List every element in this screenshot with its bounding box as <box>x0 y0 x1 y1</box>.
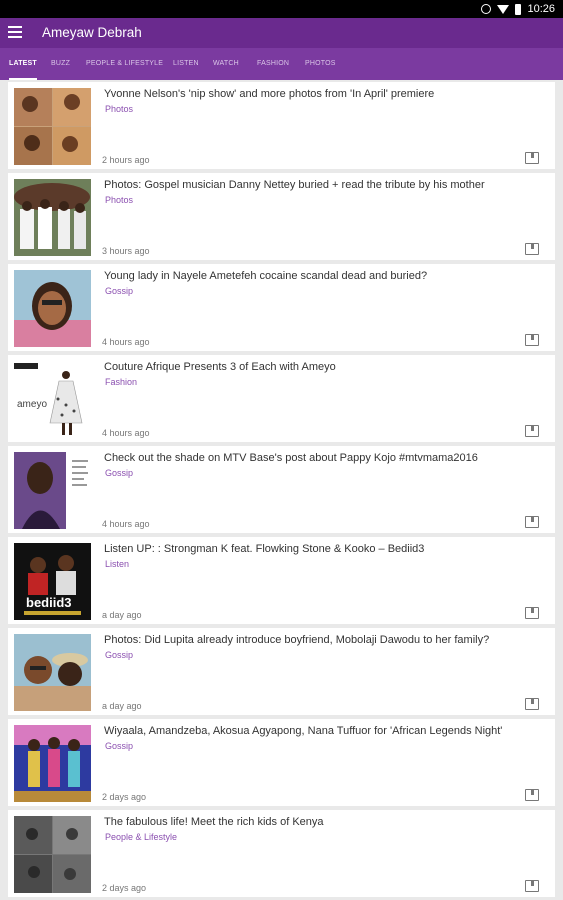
tab-fashion[interactable]: FASHION <box>257 48 289 80</box>
status-icons: 10:26 <box>481 2 555 16</box>
article-category: Photos <box>105 104 134 114</box>
hamburger-menu-icon[interactable] <box>8 26 22 38</box>
article-headline: Photos: Gospel musician Danny Nettey bur… <box>104 179 485 191</box>
article-card[interactable]: Check out the shade on MTV Base's post a… <box>8 446 555 533</box>
article-headline: Yvonne Nelson's 'nip show' and more phot… <box>104 88 435 100</box>
article-category: Gossip <box>105 741 134 751</box>
bookmark-icon[interactable] <box>525 425 539 437</box>
article-card[interactable]: Yvonne Nelson's 'nip show' and more phot… <box>8 82 555 169</box>
bookmark-icon[interactable] <box>525 243 539 255</box>
article-time: 2 days ago <box>102 792 147 802</box>
article-card[interactable]: Photos: Did Lupita already introduce boy… <box>8 628 555 715</box>
article-category: Fashion <box>105 377 138 387</box>
article-headline: Couture Afrique Presents 3 of Each with … <box>104 361 336 373</box>
tab-watch[interactable]: WATCH <box>213 48 239 80</box>
article-thumbnail <box>14 270 91 347</box>
bookmark-icon[interactable] <box>525 334 539 346</box>
article-card[interactable]: ameyo Couture Afrique Presents 3 of Each… <box>8 355 555 442</box>
bookmark-icon[interactable] <box>525 607 539 619</box>
bookmark-icon[interactable] <box>525 789 539 801</box>
bookmark-icon[interactable] <box>525 516 539 528</box>
battery-icon <box>515 3 522 15</box>
article-card[interactable]: The fabulous life! Meet the rich kids of… <box>8 810 555 897</box>
article-category: Listen <box>105 559 130 569</box>
article-thumbnail: bediid3 <box>14 543 91 620</box>
article-card[interactable]: Young lady in Nayele Ametefeh cocaine sc… <box>8 264 555 351</box>
article-thumbnail <box>14 179 91 256</box>
article-time: 2 days ago <box>102 883 147 893</box>
article-category: People & Lifestyle <box>105 832 178 842</box>
article-headline: Listen UP: : Strongman K feat. Flowking … <box>104 543 425 555</box>
tab-latest[interactable]: LATEST <box>9 48 37 80</box>
article-category: Gossip <box>105 650 134 660</box>
article-thumbnail <box>14 816 91 893</box>
tab-listen[interactable]: LISTEN <box>173 48 199 80</box>
tab-buzz[interactable]: BUZZ <box>51 48 70 80</box>
article-card[interactable]: Photos: Gospel musician Danny Nettey bur… <box>8 173 555 260</box>
thumbnail-title-text: bediid3 <box>26 595 72 610</box>
article-headline: Check out the shade on MTV Base's post a… <box>104 452 478 464</box>
article-thumbnail <box>14 634 91 711</box>
article-time: 4 hours ago <box>102 337 150 347</box>
wifi-icon <box>497 4 510 14</box>
article-thumbnail: ameyo <box>14 361 91 438</box>
article-card[interactable]: bediid3 Listen UP: : Strongman K feat. F… <box>8 537 555 624</box>
article-category: Gossip <box>105 286 134 296</box>
bookmark-icon[interactable] <box>525 152 539 164</box>
article-headline: The fabulous life! Meet the rich kids of… <box>104 816 324 828</box>
app-title: Ameyaw Debrah <box>42 25 142 40</box>
article-time: a day ago <box>102 610 142 620</box>
article-headline: Wiyaala, Amandzeba, Akosua Agyapong, Nan… <box>104 725 503 737</box>
article-time: 2 hours ago <box>102 155 150 165</box>
status-bar: 10:26 <box>0 0 563 18</box>
bookmark-icon[interactable] <box>525 880 539 892</box>
tab-bar: LATEST BUZZ PEOPLE & LIFESTYLE LISTEN WA… <box>0 48 563 80</box>
article-time: 3 hours ago <box>102 246 150 256</box>
article-category: Gossip <box>105 468 134 478</box>
article-category: Photos <box>105 195 134 205</box>
bookmark-icon[interactable] <box>525 698 539 710</box>
article-time: 4 hours ago <box>102 428 150 438</box>
article-thumbnail <box>14 452 91 529</box>
app-bar: Ameyaw Debrah <box>0 18 563 48</box>
thumbnail-brand-text: ameyo <box>17 399 47 410</box>
article-thumbnail <box>14 88 91 165</box>
article-thumbnail <box>14 725 91 802</box>
article-time: 4 hours ago <box>102 519 150 529</box>
article-time: a day ago <box>102 701 142 711</box>
tab-people-lifestyle[interactable]: PEOPLE & LIFESTYLE <box>86 48 163 80</box>
do-not-disturb-icon <box>481 4 492 14</box>
status-time: 10:26 <box>527 3 555 15</box>
tab-photos[interactable]: PHOTOS <box>305 48 336 80</box>
article-headline: Photos: Did Lupita already introduce boy… <box>104 634 490 646</box>
article-headline: Young lady in Nayele Ametefeh cocaine sc… <box>104 270 428 282</box>
article-card[interactable]: Wiyaala, Amandzeba, Akosua Agyapong, Nan… <box>8 719 555 806</box>
